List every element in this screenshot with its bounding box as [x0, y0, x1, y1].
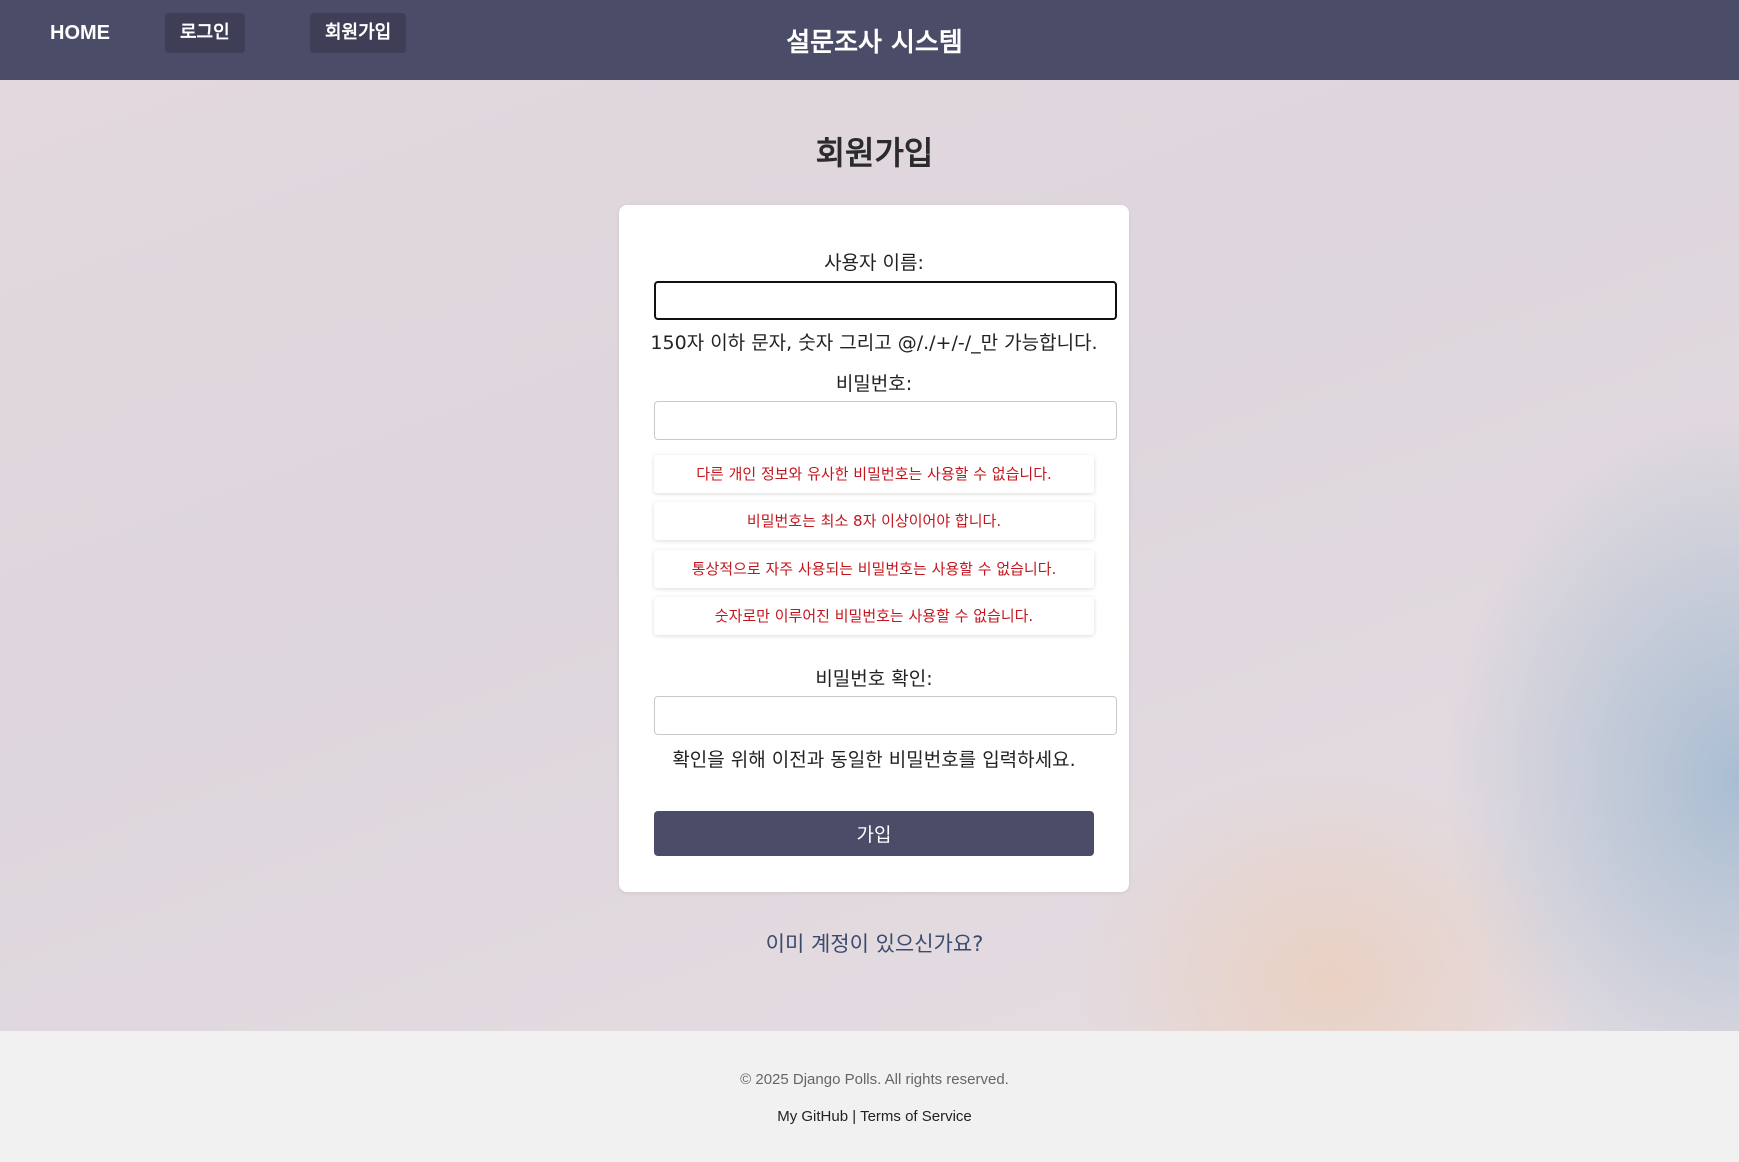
- footer-separator: |: [852, 1108, 857, 1125]
- username-input[interactable]: [654, 281, 1117, 320]
- top-navbar: HOME 로그인 회원가입 설문조사 시스템: [0, 0, 1739, 80]
- site-title: 설문조사 시스템: [786, 28, 963, 58]
- username-label: 사용자 이름:: [824, 252, 924, 274]
- password-confirm-label: 비밀번호 확인:: [815, 668, 933, 690]
- github-link[interactable]: My GitHub: [777, 1108, 848, 1125]
- footer-copyright: © 2025 Django Polls. All rights reserved…: [740, 1071, 1009, 1088]
- password-rule-item: 통상적으로 자주 사용되는 비밀번호는 사용할 수 없습니다.: [654, 550, 1094, 588]
- page-title: 회원가입: [815, 134, 934, 172]
- footer: © 2025 Django Polls. All rights reserved…: [0, 1031, 1739, 1162]
- login-link[interactable]: 이미 계정이 있으신가요?: [0, 928, 1739, 958]
- password-confirm-help-text: 확인을 위해 이전과 동일한 비밀번호를 입력하세요.: [672, 749, 1076, 771]
- password-confirm-input[interactable]: [654, 696, 1117, 735]
- password-rule-item: 비밀번호는 최소 8자 이상이어야 합니다.: [654, 502, 1094, 540]
- footer-links: My GitHub | Terms of Service: [0, 1108, 1739, 1125]
- signup-submit-button[interactable]: 가입: [654, 811, 1094, 856]
- signup-form: 사용자 이름: 150자 이하 문자, 숫자 그리고 @/./+/-/_만 가능…: [619, 205, 1129, 892]
- main-content: 회원가입 사용자 이름: 150자 이하 문자, 숫자 그리고 @/./+/-/…: [0, 80, 1739, 1031]
- password-input[interactable]: [654, 401, 1117, 440]
- password-label: 비밀번호:: [835, 373, 913, 395]
- password-rule-item: 숫자로만 이루어진 비밀번호는 사용할 수 없습니다.: [654, 597, 1094, 635]
- terms-link[interactable]: Terms of Service: [860, 1108, 972, 1125]
- password-rule-item: 다른 개인 정보와 유사한 비밀번호는 사용할 수 없습니다.: [654, 455, 1094, 493]
- username-help-text: 150자 이하 문자, 숫자 그리고 @/./+/-/_만 가능합니다.: [650, 332, 1098, 354]
